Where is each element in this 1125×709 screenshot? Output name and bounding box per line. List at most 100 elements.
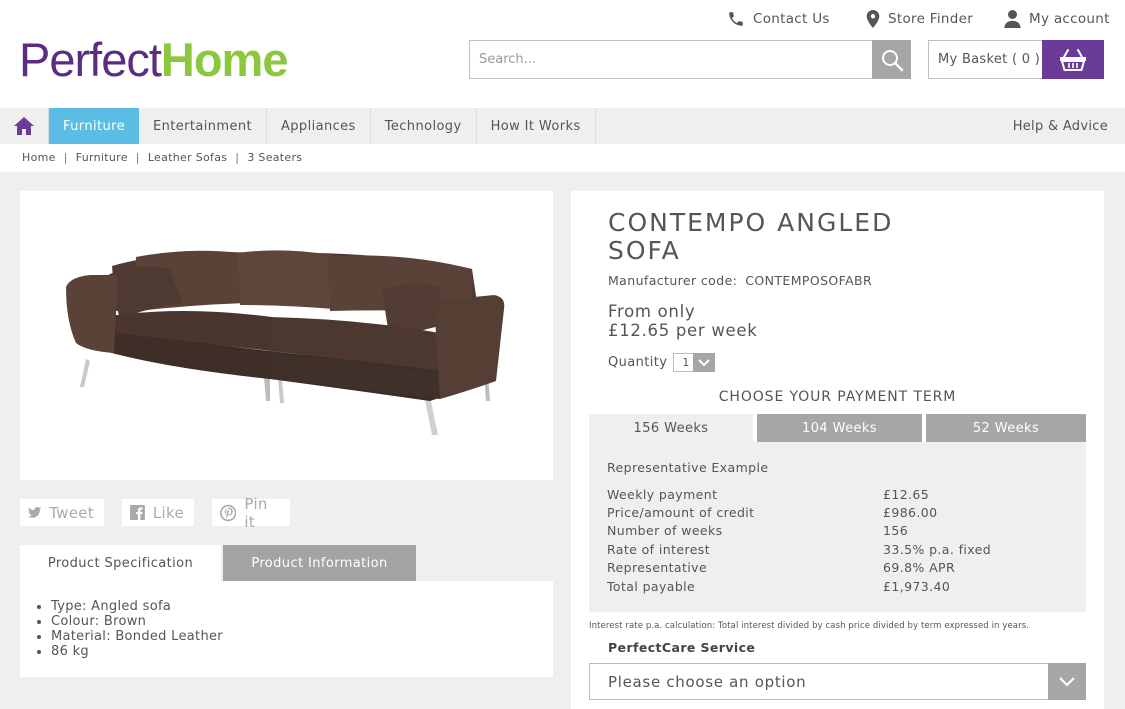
like-label: Like: [152, 503, 184, 522]
representative-example-title: Representative Example: [607, 460, 769, 475]
contact-us-link[interactable]: Contact Us: [727, 6, 830, 32]
basket-button[interactable]: [1042, 40, 1104, 79]
breadcrumb-3-seaters[interactable]: 3 Seaters: [247, 151, 302, 164]
rep-row-weeks: Number of weeks 156: [607, 522, 1077, 540]
search-button[interactable]: [872, 40, 911, 79]
product-title: CONTEMPO ANGLED SOFA: [608, 208, 894, 265]
my-account-label: My account: [1029, 11, 1110, 27]
rep-row-value: £1,973.40: [883, 578, 951, 594]
breadcrumb: Home | Furniture | Leather Sofas | 3 Sea…: [22, 151, 302, 164]
rep-row-interest: Rate of interest 33.5% p.a. fixed: [607, 540, 1077, 558]
nav-help-advice[interactable]: Help & Advice: [1013, 108, 1108, 144]
rep-row-value: 69.8% APR: [883, 560, 956, 576]
tab-term-52-weeks[interactable]: 52 Weeks: [926, 414, 1086, 442]
price-block: From only £12.65 per week: [608, 302, 758, 340]
basket[interactable]: My Basket ( 0 ): [928, 40, 1104, 79]
rep-row-value: 156: [883, 523, 909, 539]
perfectcare-select-value: Please choose an option: [608, 672, 807, 691]
product-image-panel: [20, 191, 553, 480]
search-input[interactable]: [470, 41, 870, 78]
home-icon: [14, 117, 34, 135]
rep-row-apr: Representative 69.8% APR: [607, 559, 1077, 577]
rep-row-value: 33.5% p.a. fixed: [883, 541, 992, 557]
product-image-sofa: [66, 250, 505, 435]
pin-it-label: Pin it: [244, 494, 268, 531]
spec-item-colour: Colour: Brown: [51, 614, 223, 629]
representative-example-table: Weekly payment £12.65 Price/amount of cre…: [607, 485, 1077, 595]
breadcrumb-leather-sofas[interactable]: Leather Sofas: [148, 151, 227, 164]
basket-icon: [1060, 48, 1086, 71]
nav-item-entertainment[interactable]: Entertainment: [139, 108, 267, 144]
logo-text-home: Home: [160, 33, 289, 86]
nav-item-furniture[interactable]: Furniture: [49, 108, 139, 144]
rep-row-label: Total payable: [607, 578, 696, 594]
rep-row-label: Number of weeks: [607, 523, 723, 539]
nav-item-appliances[interactable]: Appliances: [267, 108, 371, 144]
search-icon: [881, 49, 903, 71]
breadcrumb-furniture[interactable]: Furniture: [76, 151, 128, 164]
breadcrumb-separator: |: [135, 151, 140, 164]
spec-list: Type: Angled sofa Colour: Brown Material…: [51, 599, 223, 659]
store-finder-link[interactable]: Store Finder: [866, 6, 973, 32]
perfecthome-logo[interactable]: PerfectHome: [19, 34, 288, 86]
tab-product-specification[interactable]: Product Specification: [20, 545, 221, 581]
search-bar: [469, 40, 911, 79]
user-icon: [1004, 10, 1021, 28]
chevron-down-icon: [698, 358, 711, 366]
quantity-label: Quantity: [608, 355, 668, 370]
rep-row-label: Weekly payment: [607, 486, 718, 502]
quantity-value: 1: [682, 356, 690, 369]
nav-item-how-it-works[interactable]: How It Works: [477, 108, 596, 144]
perfectcare-label: PerfectCare Service: [608, 640, 756, 655]
phone-icon: [729, 12, 743, 26]
rep-row-credit: Price/amount of credit £986.00: [607, 503, 1077, 521]
pinterest-icon: [220, 504, 237, 521]
breadcrumb-separator: |: [235, 151, 240, 164]
payment-term-heading: CHOOSE YOUR PAYMENT TERM: [718, 389, 957, 405]
manufacturer-code: Manufacturer code: CONTEMPOSOFABR: [608, 273, 872, 288]
main-nav: Furniture Entertainment Appliances Techn…: [0, 108, 1125, 144]
interest-footnote: Interest rate p.a. calculation: Total in…: [589, 621, 1030, 631]
facebook-icon: [130, 505, 145, 520]
price-from-label: From only: [608, 302, 696, 321]
spec-item-material: Material: Bonded Leather: [51, 629, 223, 644]
logo-text-perfect: Perfect: [19, 33, 162, 86]
store-finder-label: Store Finder: [888, 11, 974, 27]
rep-row-label: Price/amount of credit: [607, 505, 755, 521]
product-specification-panel: Type: Angled sofa Colour: Brown Material…: [20, 581, 553, 677]
nav-item-technology[interactable]: Technology: [371, 108, 477, 144]
twitter-icon: [28, 506, 42, 518]
pin-it-button[interactable]: Pin it: [212, 495, 290, 531]
price-weekly: £12.65 per week: [608, 321, 758, 340]
tweet-button[interactable]: Tweet: [20, 499, 104, 526]
rep-row-value: £986.00: [883, 505, 938, 521]
perfectcare-dropdown-arrow[interactable]: [1048, 663, 1086, 700]
representative-example-box: Representative Example Weekly payment £12…: [589, 442, 1086, 612]
quantity-select[interactable]: 1: [673, 353, 716, 372]
tab-term-156-weeks[interactable]: 156 Weeks: [589, 414, 753, 442]
tweet-label: Tweet: [49, 503, 94, 522]
chevron-down-icon: [1059, 676, 1075, 687]
map-pin-icon: [866, 10, 880, 28]
tab-term-104-weeks[interactable]: 104 Weeks: [757, 414, 922, 442]
spec-item-weight: 86 kg: [51, 644, 223, 659]
my-account-link[interactable]: My account: [1004, 6, 1110, 32]
rep-row-value: £12.65: [883, 486, 930, 502]
breadcrumb-separator: |: [63, 151, 68, 164]
rep-row-label: Rate of interest: [607, 541, 711, 557]
rep-row-total: Total payable £1,973.40: [607, 577, 1077, 595]
perfectcare-select[interactable]: Please choose an option: [589, 663, 1086, 700]
nav-home[interactable]: [0, 108, 49, 144]
contact-us-label: Contact Us: [753, 11, 830, 27]
manufacturer-code-label: Manufacturer code:: [608, 273, 738, 288]
like-button[interactable]: Like: [122, 499, 194, 526]
quantity-row: Quantity 1: [608, 353, 716, 372]
breadcrumb-home[interactable]: Home: [22, 151, 56, 164]
rep-row-label: Representative: [607, 560, 708, 576]
quantity-dropdown-arrow[interactable]: [693, 353, 716, 372]
spec-item-type: Type: Angled sofa: [51, 599, 223, 614]
tab-product-information[interactable]: Product Information: [223, 545, 416, 581]
manufacturer-code-value: CONTEMPOSOFABR: [745, 273, 873, 288]
rep-row-weekly-payment: Weekly payment £12.65: [607, 485, 1077, 503]
basket-label: My Basket ( 0 ): [938, 52, 1041, 67]
